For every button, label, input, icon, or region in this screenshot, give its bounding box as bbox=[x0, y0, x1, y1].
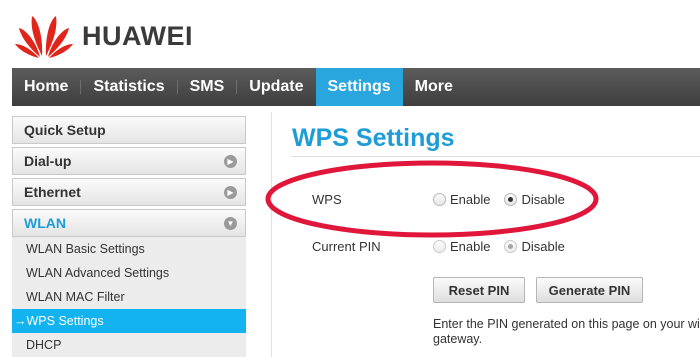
current-pin-disable-radio bbox=[504, 240, 518, 253]
pin-instructions: Enter the PIN generated on this page on … bbox=[433, 317, 700, 347]
sidebar-item-wlan-basic-settings[interactable]: WLAN Basic Settings bbox=[12, 237, 246, 261]
nav-home[interactable]: Home bbox=[12, 68, 80, 106]
main-nav: Home Statistics SMS Update Settings More bbox=[12, 68, 700, 106]
title-divider bbox=[292, 156, 700, 157]
wps-radio-group: Enable Disable bbox=[433, 192, 579, 207]
chevron-right-icon: ▶ bbox=[224, 186, 237, 199]
current-pin-label: Current PIN bbox=[312, 239, 381, 254]
sidebar-item-label: Dial-up bbox=[24, 153, 72, 169]
sidebar-item-wlan[interactable]: WLAN ▼ bbox=[12, 209, 246, 237]
generate-pin-button[interactable]: Generate PIN bbox=[536, 277, 643, 303]
nav-statistics[interactable]: Statistics bbox=[81, 68, 176, 106]
content-divider bbox=[271, 112, 272, 357]
wps-disable-radio[interactable] bbox=[504, 193, 518, 206]
sidebar-item-label: Quick Setup bbox=[24, 122, 106, 138]
chevron-down-icon: ▼ bbox=[224, 217, 237, 230]
sidebar-item-wps-settings[interactable]: →WPS Settings bbox=[12, 309, 246, 333]
sidebar-item-dhcp[interactable]: DHCP bbox=[12, 333, 246, 357]
wps-disable-label: Disable bbox=[521, 192, 565, 207]
nav-settings[interactable]: Settings bbox=[315, 68, 403, 106]
sidebar-item-label: WLAN bbox=[24, 215, 66, 231]
pin-instructions-line-2: gateway. bbox=[433, 332, 483, 346]
current-pin-enable-radio bbox=[433, 240, 446, 253]
nav-update[interactable]: Update bbox=[237, 68, 315, 106]
wps-enable-label: Enable bbox=[450, 192, 491, 207]
wlan-submenu: WLAN Basic Settings WLAN Advanced Settin… bbox=[12, 237, 246, 357]
sidebar-item-label: Ethernet bbox=[24, 184, 81, 200]
wps-label: WPS bbox=[312, 192, 342, 207]
sidebar: Quick Setup Dial-up ▶ Ethernet ▶ WLAN ▼ … bbox=[12, 116, 246, 357]
sidebar-item-wlan-mac-filter[interactable]: WLAN MAC Filter bbox=[12, 285, 246, 309]
current-pin-disable-label: Disable bbox=[521, 239, 565, 254]
wps-enable-radio[interactable] bbox=[433, 193, 446, 206]
nav-more[interactable]: More bbox=[403, 68, 465, 106]
current-pin-radio-group: Enable Disable bbox=[433, 239, 579, 254]
reset-pin-button[interactable]: Reset PIN bbox=[433, 277, 525, 303]
pin-instructions-line-1: Enter the PIN generated on this page on … bbox=[433, 317, 700, 331]
sidebar-item-ethernet[interactable]: Ethernet ▶ bbox=[12, 178, 246, 206]
page-title: WPS Settings bbox=[292, 124, 455, 152]
nav-sms[interactable]: SMS bbox=[178, 68, 237, 106]
header: HUAWEI bbox=[0, 0, 700, 68]
chevron-right-icon: ▶ bbox=[224, 155, 237, 168]
huawei-logo-icon bbox=[15, 16, 73, 58]
brand-name: HUAWEI bbox=[82, 21, 193, 51]
sidebar-item-quick-setup[interactable]: Quick Setup bbox=[12, 116, 246, 144]
sidebar-item-wlan-advanced-settings[interactable]: WLAN Advanced Settings bbox=[12, 261, 246, 285]
sidebar-item-dial-up[interactable]: Dial-up ▶ bbox=[12, 147, 246, 175]
current-pin-enable-label: Enable bbox=[450, 239, 491, 254]
